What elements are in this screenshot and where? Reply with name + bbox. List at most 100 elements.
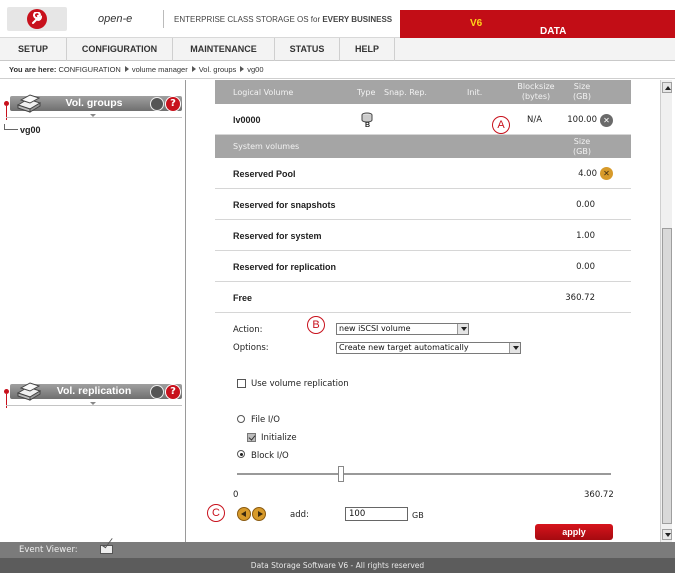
size-slider-track[interactable] xyxy=(237,473,611,475)
disk-stack-icon xyxy=(16,382,42,401)
block-io-radio[interactable] xyxy=(237,450,245,458)
apply-button[interactable]: apply xyxy=(535,524,613,540)
disk-stack-icon xyxy=(16,94,42,113)
help-icon[interactable]: ? xyxy=(165,96,181,112)
system-volume-size: 0.00 xyxy=(576,200,595,210)
options-label: Options: xyxy=(233,343,269,353)
system-volumes-header: System volumes Size (GB) xyxy=(215,135,631,158)
options-select[interactable]: Create new target automatically xyxy=(336,342,521,354)
file-io-label: File I/O xyxy=(251,415,280,425)
action-select[interactable]: new iSCSI volume xyxy=(336,323,469,335)
system-volume-size: 0.00 xyxy=(576,262,595,272)
product-version: V6 xyxy=(470,18,483,29)
volume-name: lv0000 xyxy=(233,115,261,125)
initialize-checkbox[interactable] xyxy=(247,433,256,442)
product-banner: DATA STORAGE SOFTWARE V6 xyxy=(400,10,675,59)
main-menu: SETUP CONFIGURATION MAINTENANCE STATUS H… xyxy=(0,38,675,61)
table-row[interactable]: Reserved for snapshots 0.00 xyxy=(215,189,631,220)
breadcrumb: You are here: CONFIGURATION volume manage… xyxy=(0,61,675,79)
menu-status[interactable]: STATUS xyxy=(275,38,340,61)
home-logo-button[interactable] xyxy=(7,7,67,31)
system-volumes-title: System volumes xyxy=(233,142,300,151)
col-size: Size xyxy=(573,137,591,146)
use-replication-checkbox[interactable] xyxy=(237,379,246,388)
callout-a: A xyxy=(492,116,510,134)
system-volume-size: 1.00 xyxy=(576,231,595,241)
scroll-up-icon[interactable] xyxy=(662,82,672,93)
add-unit-label: GB xyxy=(412,511,424,520)
table-row[interactable]: Reserved Pool 4.00 ✕ xyxy=(215,158,631,189)
vol-replication-title: Vol. replication xyxy=(56,385,132,397)
event-viewer-bar: Event Viewer: xyxy=(0,542,675,558)
main-content: Logical Volume Type Snap. Rep. Init. Blo… xyxy=(207,80,631,542)
table-row[interactable]: lv0000 B N/A 100.00 ✕ xyxy=(215,104,631,135)
col-type: Type xyxy=(357,88,376,97)
callout-b: B xyxy=(307,316,325,334)
delete-reserved-pool-icon[interactable]: ✕ xyxy=(600,167,613,180)
size-slider-handle[interactable] xyxy=(337,466,344,482)
menu-configuration[interactable]: CONFIGURATION xyxy=(67,38,173,61)
tools-icon[interactable] xyxy=(150,97,164,111)
tree-item-vg00[interactable]: vg00 xyxy=(4,124,41,135)
breadcrumb-arrow-icon xyxy=(240,66,245,72)
callout-c: C xyxy=(207,504,225,522)
tree-item-label: vg00 xyxy=(20,125,41,135)
collapse-grip-icon[interactable] xyxy=(90,114,96,117)
mail-icon[interactable] xyxy=(100,545,113,554)
system-volume-name: Reserved for system xyxy=(233,231,322,241)
left-panel: Vol. groups ? vg00 Vol. replication ? xyxy=(0,80,186,542)
top-header: open-e ENTERPRISE CLASS STORAGE OS for E… xyxy=(0,0,675,59)
col-size: Size xyxy=(573,82,591,91)
breadcrumb-item-vol-groups[interactable]: Vol. groups xyxy=(199,65,237,74)
breadcrumb-item-volume-manager[interactable]: volume manager xyxy=(132,65,188,74)
menu-maintenance[interactable]: MAINTENANCE xyxy=(173,38,275,61)
volume-blocksize: N/A xyxy=(527,115,543,125)
action-label: Action: xyxy=(233,325,263,335)
file-io-radio[interactable] xyxy=(237,415,245,423)
tagline-bold: EVERY BUSINESS xyxy=(322,15,393,24)
divider xyxy=(6,117,182,118)
vol-groups-title: Vol. groups xyxy=(65,97,123,109)
divider xyxy=(6,405,182,406)
system-volume-size: 360.72 xyxy=(565,293,595,303)
tree-connector-icon xyxy=(4,124,18,130)
brand-logo-text: open-e xyxy=(98,13,133,25)
wrench-icon xyxy=(27,9,47,29)
options-select-value: Create new target automatically xyxy=(339,343,469,352)
tools-icon[interactable] xyxy=(150,385,164,399)
table-row[interactable]: Reserved for system 1.00 xyxy=(215,220,631,251)
block-io-label: Block I/O xyxy=(251,451,289,461)
table-row[interactable]: Free 360.72 xyxy=(215,282,631,313)
col-blocksize-unit: (bytes) xyxy=(521,92,551,101)
breadcrumb-arrow-icon xyxy=(191,66,196,72)
system-volume-name: Free xyxy=(233,293,253,303)
system-volume-name: Reserved for snapshots xyxy=(233,200,336,210)
scroll-down-icon[interactable] xyxy=(662,529,672,540)
product-name: DATA STORAGE SOFTWARE V6 xyxy=(470,18,597,59)
initialize-label: Initialize xyxy=(261,433,297,443)
delete-volume-icon[interactable]: ✕ xyxy=(600,114,613,127)
menu-help[interactable]: HELP xyxy=(340,38,395,61)
logical-volume-table-header: Logical Volume Type Snap. Rep. Init. Blo… xyxy=(215,80,631,104)
divider xyxy=(163,10,164,28)
decrease-size-button[interactable] xyxy=(237,507,251,521)
table-row[interactable]: Reserved for replication 0.00 xyxy=(215,251,631,282)
col-size-unit: (GB) xyxy=(573,92,591,101)
copyright-footer: Data Storage Software V6 - All rights re… xyxy=(0,558,675,573)
menu-setup[interactable]: SETUP xyxy=(0,38,67,61)
scroll-thumb[interactable] xyxy=(662,228,672,524)
action-select-value: new iSCSI volume xyxy=(339,324,411,333)
system-volume-size: 4.00 xyxy=(578,169,597,179)
help-icon[interactable]: ? xyxy=(165,384,181,400)
col-logical-volume: Logical Volume xyxy=(233,88,294,97)
increase-size-button[interactable] xyxy=(252,507,266,521)
vertical-scrollbar[interactable] xyxy=(660,80,672,542)
block-io-type-icon: B xyxy=(361,112,373,128)
breadcrumb-item-configuration[interactable]: CONFIGURATION xyxy=(58,65,120,74)
add-size-input[interactable]: 100 xyxy=(345,507,408,521)
breadcrumb-item-vg00[interactable]: vg00 xyxy=(247,65,263,74)
breadcrumb-prefix: You are here: xyxy=(9,65,57,74)
collapse-grip-icon[interactable] xyxy=(90,402,96,405)
vol-replication-header: Vol. replication ? xyxy=(0,368,186,410)
col-size-unit: (GB) xyxy=(573,147,591,156)
